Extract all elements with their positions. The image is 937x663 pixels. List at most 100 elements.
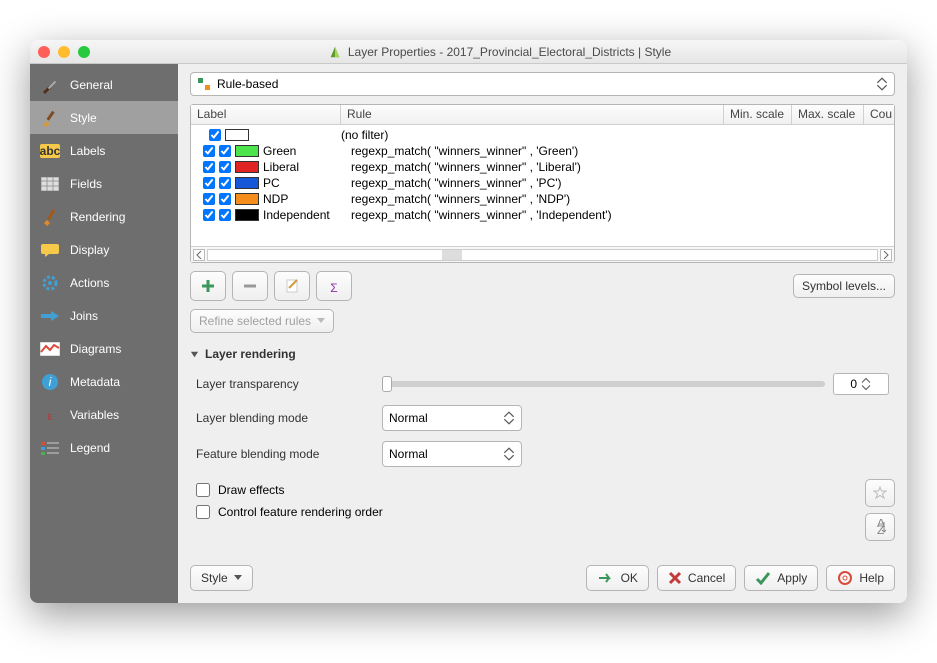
rules-body[interactable]: (no filter)Greenregexp_match( "winners_w… xyxy=(191,125,894,246)
slider-thumb[interactable] xyxy=(382,376,392,392)
close-icon[interactable] xyxy=(38,46,50,58)
col-count[interactable]: Cou xyxy=(864,105,894,124)
rule-row[interactable]: Independentregexp_match( "winners_winner… xyxy=(195,207,890,223)
rule-checkbox[interactable] xyxy=(219,177,231,189)
ok-button[interactable]: OK xyxy=(586,565,649,591)
star-icon xyxy=(872,485,888,501)
rule-checkbox[interactable] xyxy=(219,161,231,173)
layer-blend-label: Layer blending mode xyxy=(196,411,366,425)
rule-checkbox[interactable] xyxy=(219,193,231,205)
control-order-row: Control feature rendering order xyxy=(190,501,865,523)
rendering-order-config-button[interactable]: AZ xyxy=(865,513,895,541)
epsilon-icon: ε xyxy=(40,407,60,423)
wrench-icon xyxy=(40,76,60,94)
rules-header-row: Label Rule Min. scale Max. scale Cou xyxy=(191,105,894,125)
minimize-icon[interactable] xyxy=(58,46,70,58)
sidebar-item-diagrams[interactable]: Diagrams xyxy=(30,332,178,365)
rule-row[interactable]: (no filter) xyxy=(195,127,890,143)
add-rule-button[interactable] xyxy=(190,271,226,301)
maximize-icon[interactable] xyxy=(78,46,90,58)
window: Layer Properties - 2017_Provincial_Elect… xyxy=(30,40,907,603)
draw-effects-row: Draw effects xyxy=(190,479,865,501)
chart-icon xyxy=(40,342,60,356)
scrollbar-thumb[interactable] xyxy=(442,250,462,260)
sidebar-item-variables[interactable]: ε Variables xyxy=(30,398,178,431)
control-order-checkbox[interactable] xyxy=(196,505,210,519)
transparency-label: Layer transparency xyxy=(196,377,366,391)
rule-expression: regexp_match( "winners_winner" , 'NDP') xyxy=(351,192,890,206)
renderer-dropdown[interactable]: Rule-based xyxy=(190,72,895,96)
control-order-label: Control feature rendering order xyxy=(218,505,383,519)
transparency-slider[interactable] xyxy=(382,381,825,387)
help-button[interactable]: Help xyxy=(826,565,895,591)
sidebar-item-legend[interactable]: Legend xyxy=(30,431,178,464)
dropdown-spinner-icon xyxy=(501,447,517,461)
draw-effects-config-button[interactable] xyxy=(865,479,895,507)
rule-row[interactable]: Liberalregexp_match( "winners_winner" , … xyxy=(195,159,890,175)
col-max-scale[interactable]: Max. scale xyxy=(792,105,864,124)
remove-rule-button[interactable] xyxy=(232,271,268,301)
count-features-button[interactable]: Σ xyxy=(316,271,352,301)
sidebar-item-joins[interactable]: Joins xyxy=(30,299,178,332)
rule-parent-checkbox[interactable] xyxy=(203,209,215,221)
rule-row[interactable]: NDPregexp_match( "winners_winner" , 'NDP… xyxy=(195,191,890,207)
scroll-left-icon[interactable] xyxy=(193,249,205,261)
edit-rule-button[interactable] xyxy=(274,271,310,301)
table-icon xyxy=(40,177,60,191)
chevron-down-icon xyxy=(317,318,325,324)
col-label[interactable]: Label xyxy=(191,105,341,124)
rule-parent-checkbox[interactable] xyxy=(203,145,215,157)
window-title: Layer Properties - 2017_Provincial_Elect… xyxy=(348,45,671,59)
rules-table: Label Rule Min. scale Max. scale Cou (no… xyxy=(190,104,895,263)
rule-expression: (no filter) xyxy=(341,128,890,142)
layer-rendering-header[interactable]: Layer rendering xyxy=(190,347,895,361)
rule-expression: regexp_match( "winners_winner" , 'PC') xyxy=(351,176,890,190)
sidebar-item-rendering[interactable]: Rendering xyxy=(30,200,178,233)
transparency-spinbox[interactable]: 0 xyxy=(833,373,889,395)
sidebar-item-label: Actions xyxy=(70,276,109,290)
renderer-dropdown-value: Rule-based xyxy=(217,77,868,91)
transparency-control: 0 xyxy=(382,373,889,395)
sidebar-item-actions[interactable]: Actions xyxy=(30,266,178,299)
style-menu-label: Style xyxy=(201,571,228,585)
feature-blend-label: Feature blending mode xyxy=(196,447,366,461)
rule-row[interactable]: PCregexp_match( "winners_winner" , 'PC') xyxy=(195,175,890,191)
sidebar-item-style[interactable]: Style xyxy=(30,101,178,134)
col-min-scale[interactable]: Min. scale xyxy=(724,105,792,124)
col-rule[interactable]: Rule xyxy=(341,105,724,124)
rule-parent-checkbox[interactable] xyxy=(203,161,215,173)
cancel-icon xyxy=(668,571,682,585)
refine-rules-button[interactable]: Refine selected rules xyxy=(190,309,334,333)
sidebar-item-display[interactable]: Display xyxy=(30,233,178,266)
paintbrush-icon xyxy=(40,208,60,226)
layer-blend-dropdown[interactable]: Normal xyxy=(382,405,522,431)
sidebar-item-label: Metadata xyxy=(70,375,120,389)
sidebar-item-labels[interactable]: abc Labels xyxy=(30,134,178,167)
refine-row: Refine selected rules xyxy=(190,309,895,333)
rule-row[interactable]: Greenregexp_match( "winners_winner" , 'G… xyxy=(195,143,890,159)
scroll-right-icon[interactable] xyxy=(880,249,892,261)
rule-parent-checkbox[interactable] xyxy=(203,193,215,205)
sidebar-item-general[interactable]: General xyxy=(30,68,178,101)
rule-label: Liberal xyxy=(263,160,347,174)
rule-checkbox[interactable] xyxy=(219,145,231,157)
help-label: Help xyxy=(859,571,884,585)
draw-effects-checkbox[interactable] xyxy=(196,483,210,497)
rule-parent-checkbox[interactable] xyxy=(203,177,215,189)
cancel-button[interactable]: Cancel xyxy=(657,565,736,591)
sidebar-item-fields[interactable]: Fields xyxy=(30,167,178,200)
svg-text:abc: abc xyxy=(40,144,60,158)
sidebar-item-metadata[interactable]: i Metadata xyxy=(30,365,178,398)
layer-blend-value: Normal xyxy=(389,411,495,425)
scrollbar-track[interactable] xyxy=(207,249,878,261)
horizontal-scrollbar[interactable] xyxy=(191,246,894,262)
rule-checkbox[interactable] xyxy=(209,129,221,141)
rule-checkbox[interactable] xyxy=(219,209,231,221)
apply-button[interactable]: Apply xyxy=(744,565,818,591)
svg-text:Z: Z xyxy=(877,523,884,535)
transparency-value: 0 xyxy=(836,377,861,391)
style-menu-button[interactable]: Style xyxy=(190,565,253,591)
feature-blend-value: Normal xyxy=(389,447,495,461)
symbol-levels-button[interactable]: Symbol levels... xyxy=(793,274,895,298)
feature-blend-dropdown[interactable]: Normal xyxy=(382,441,522,467)
